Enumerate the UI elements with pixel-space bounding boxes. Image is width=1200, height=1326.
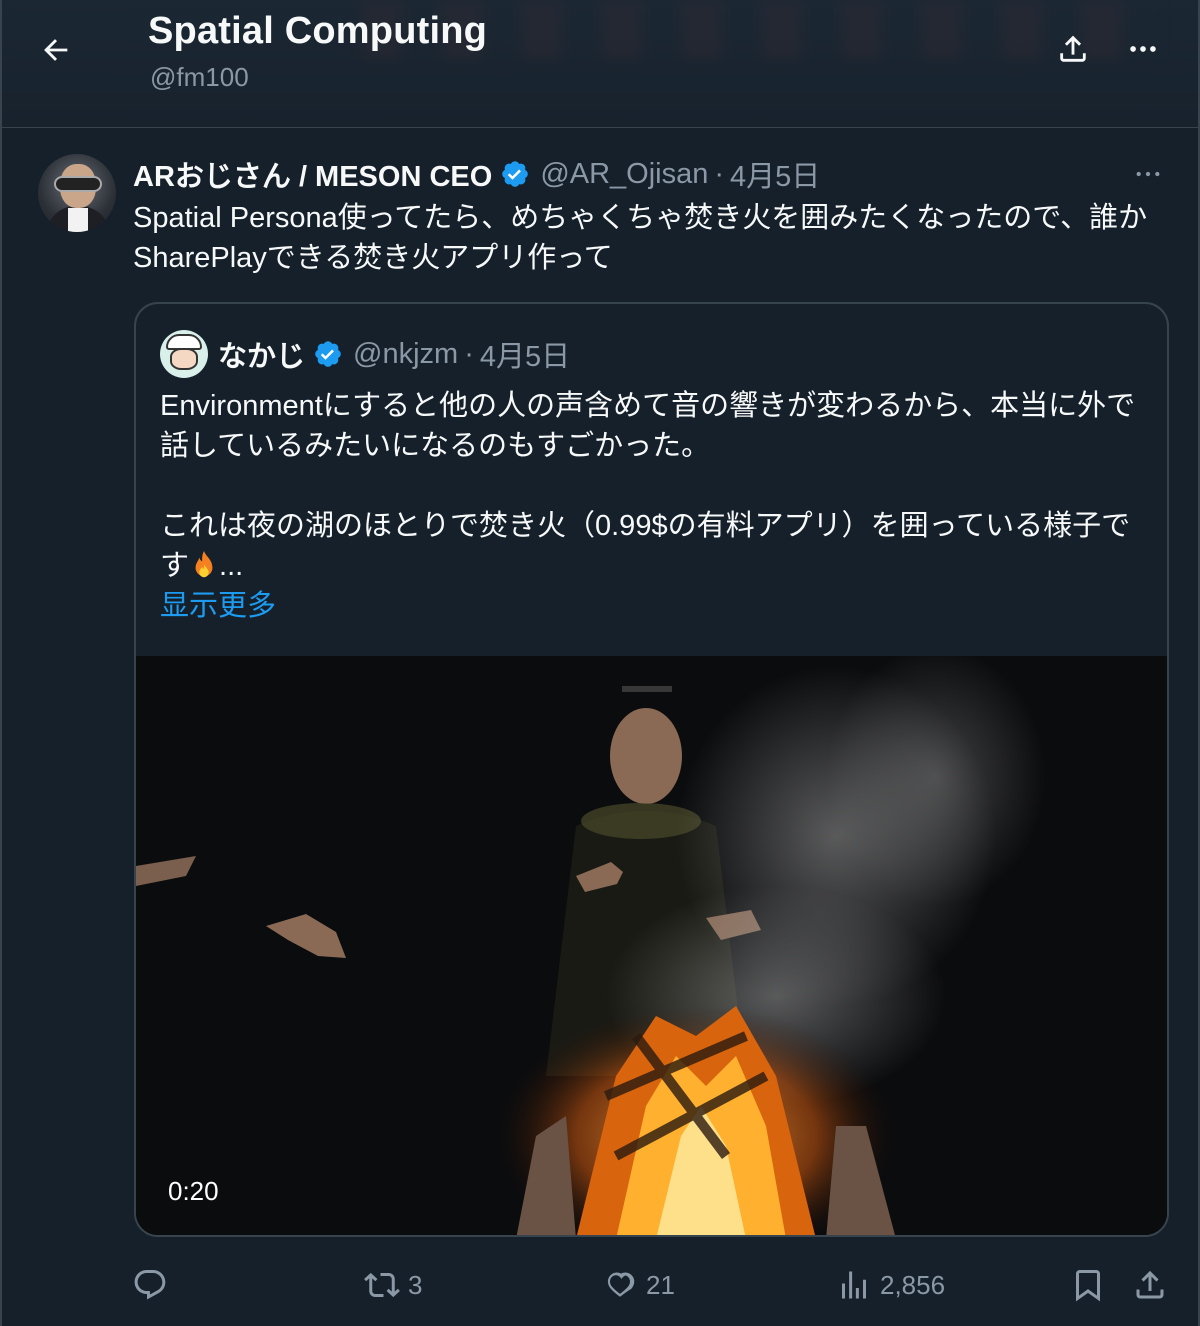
quote-paragraph-2: これは夜の湖のほとりで焚き火（0.99$の有料アプリ）を囲っている様子です... <box>160 510 1131 582</box>
tweet-more-button[interactable] <box>1128 158 1168 190</box>
like-count: 21 <box>646 1269 675 1300</box>
reply-icon <box>134 1270 166 1300</box>
quote-author-name: なかじ <box>218 341 306 373</box>
more-button[interactable] <box>1120 26 1166 72</box>
quote-avatar <box>160 330 208 378</box>
share-icon <box>1136 1270 1164 1299</box>
separator: · <box>714 157 725 190</box>
retweet-button[interactable]: 3 <box>364 1258 422 1312</box>
more-horizontal-icon <box>1130 46 1156 52</box>
tweet-date[interactable]: 4月5日 <box>730 153 820 195</box>
share-button[interactable] <box>1050 26 1096 72</box>
back-button[interactable] <box>32 26 80 74</box>
bookmark-icon <box>1076 1270 1100 1302</box>
retweet-count: 3 <box>408 1269 423 1300</box>
quoted-tweet[interactable]: なかじ @nkjzm · 4月5日 Environmentにすると他の人の声含め… <box>134 302 1169 1237</box>
video-player[interactable]: 0:20 <box>136 656 1167 1235</box>
arrow-left-icon <box>44 39 68 61</box>
page: Spatial Computing @fm100 ARおじさん / MESON … <box>0 0 1200 1326</box>
quote-text: Environmentにすると他の人の声含めて音の響きが変わるから、本当に外で話… <box>160 386 1150 626</box>
show-more-link[interactable]: 显示更多 <box>160 586 1150 626</box>
verified-badge-icon <box>313 339 343 369</box>
retweet-icon <box>364 1272 400 1298</box>
quote-author-handle: @nkjzm <box>353 337 459 370</box>
page-title: Spatial Computing <box>148 10 488 52</box>
quote-paragraph-1: Environmentにすると他の人の声含めて音の響きが変わるから、本当に外で話… <box>160 390 1136 462</box>
quote-author-line: なかじ @nkjzm · 4月5日 <box>160 330 570 378</box>
tweet-text: Spatial Persona使ってたら、めちゃくちゃ焚き火を囲みたくなったので… <box>133 202 1148 274</box>
author-avatar[interactable] <box>38 154 116 232</box>
views-chart-icon <box>842 1271 866 1299</box>
share-tweet-button[interactable] <box>1132 1258 1176 1312</box>
video-duration: 0:20 <box>168 1176 219 1206</box>
verified-badge-icon <box>500 159 530 189</box>
heart-icon <box>607 1272 635 1297</box>
bookmark-button[interactable] <box>1070 1258 1114 1312</box>
share-icon <box>1060 35 1086 62</box>
top-header: Spatial Computing @fm100 <box>2 0 1198 128</box>
views-button[interactable]: 2,856 <box>836 1258 945 1312</box>
tweet-author-line: ARおじさん / MESON CEO @AR_Ojisan · 4月5日 <box>133 153 820 195</box>
quote-date: 4月5日 <box>479 341 571 373</box>
more-horizontal-icon <box>1136 171 1160 177</box>
page-handle: @fm100 <box>150 62 249 92</box>
fire-emoji-icon <box>195 550 213 578</box>
tweet-action-bar: 3 21 2,856 <box>2 1258 1198 1312</box>
campfire-video-frame <box>136 656 1167 1235</box>
reply-button[interactable] <box>132 1258 176 1312</box>
views-count: 2,856 <box>880 1269 946 1300</box>
like-button[interactable]: 21 <box>602 1258 675 1312</box>
author-name[interactable]: ARおじさん / MESON CEO <box>133 153 492 195</box>
separator: · <box>464 337 474 370</box>
author-handle[interactable]: @AR_Ojisan <box>540 158 708 191</box>
